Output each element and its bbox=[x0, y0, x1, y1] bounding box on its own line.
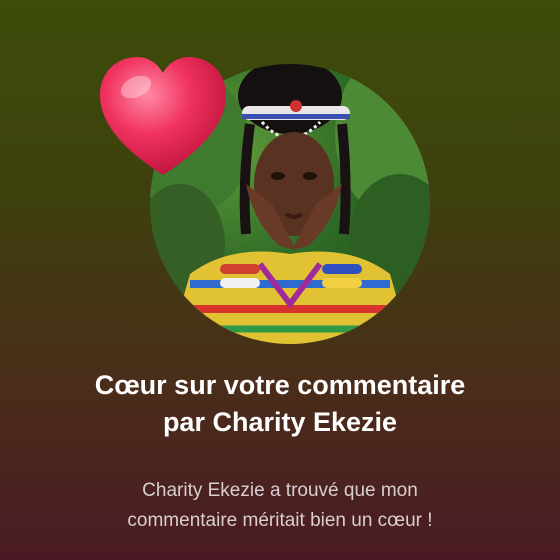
message-line-2: commentaire méritait bien un cœur ! bbox=[127, 510, 433, 531]
title-line-2: par Charity Ekezie bbox=[162, 407, 398, 437]
heart-icon bbox=[100, 57, 226, 175]
heart-notification-card: Cœur sur votre commentaire par Charity E… bbox=[0, 0, 560, 560]
title-line-1: Cœur sur votre commentaire bbox=[94, 370, 466, 400]
notification-message: Charity Ekezie a trouvé que mon commenta… bbox=[0, 476, 560, 536]
notification-title: Cœur sur votre commentaire par Charity E… bbox=[0, 367, 560, 441]
message-line-1: Charity Ekezie a trouvé que mon bbox=[142, 480, 418, 501]
